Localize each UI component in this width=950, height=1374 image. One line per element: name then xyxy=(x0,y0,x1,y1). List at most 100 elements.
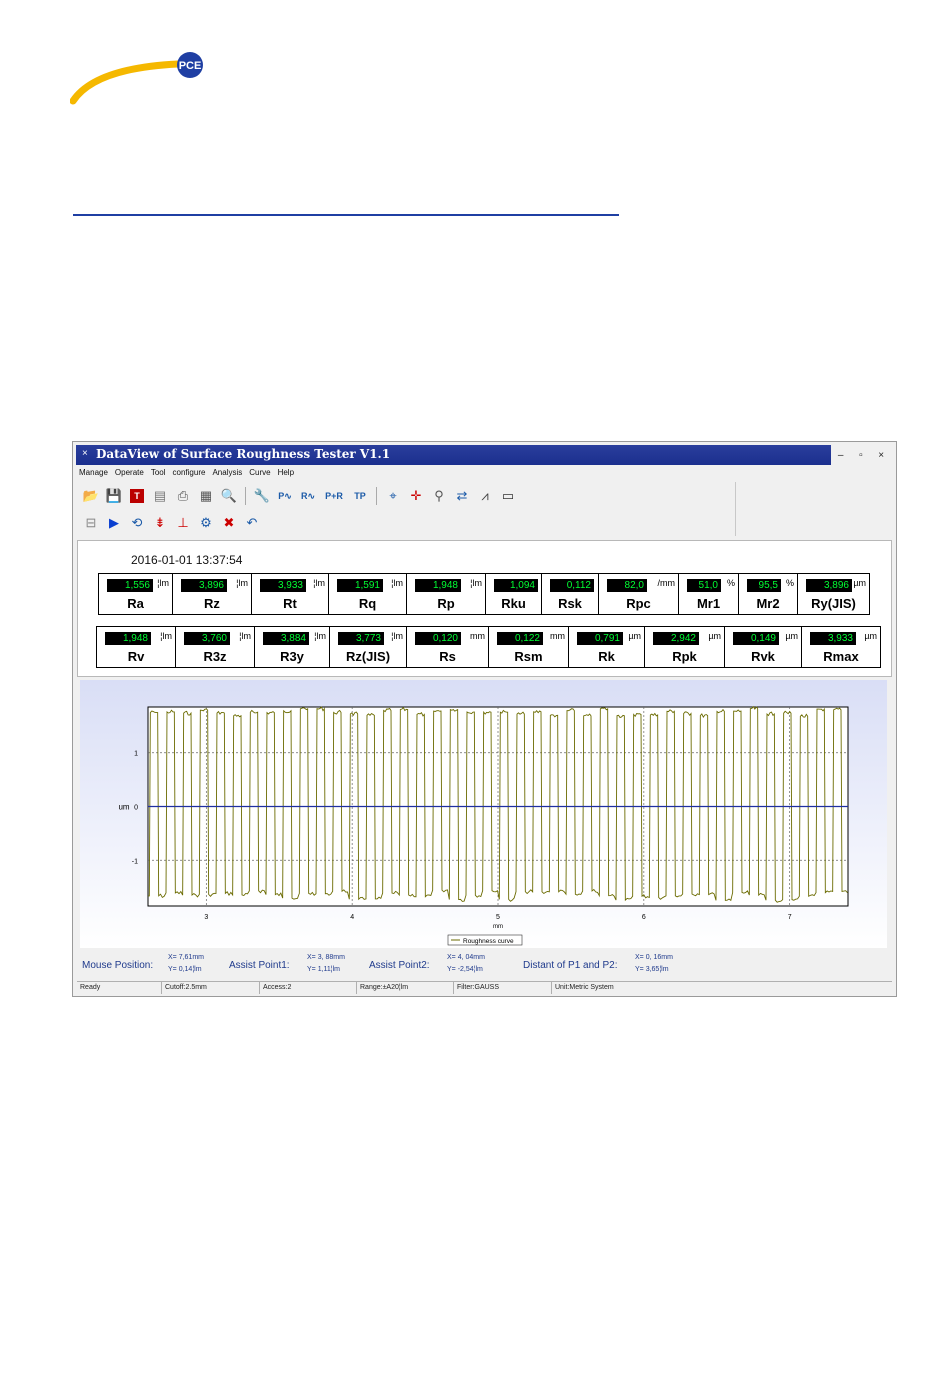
param-name: Rpk xyxy=(672,649,697,664)
play-icon[interactable]: ▶ xyxy=(104,513,124,533)
param-unit: µm xyxy=(853,578,866,588)
measurement-timestamp: 2016-01-01 13:37:54 xyxy=(131,553,243,567)
maximize-button[interactable]: ▫ xyxy=(859,450,863,461)
param-name: Rz xyxy=(204,596,220,611)
zoom-icon[interactable]: ⚲ xyxy=(429,486,449,506)
print-icon[interactable]: ⎙ xyxy=(173,486,193,506)
status-ready: Ready xyxy=(77,982,162,994)
app-window: × DataView of Surface Roughness Tester V… xyxy=(72,441,897,997)
minimize-button[interactable]: – xyxy=(838,450,844,461)
settings-icon[interactable]: 🔧 xyxy=(252,486,272,506)
param-value: 3,884 xyxy=(263,632,309,645)
param-unit: µm xyxy=(785,631,798,641)
delete-icon[interactable]: ✖ xyxy=(219,513,239,533)
status-unit: Unit:Metric System xyxy=(555,984,614,991)
mouse-position-label: Mouse Position: xyxy=(82,960,154,971)
param-rpk: 2,942 µm Rpk xyxy=(645,627,725,667)
param-value: 3,760 xyxy=(184,632,230,645)
param-name: Mr1 xyxy=(696,596,721,611)
menu-help[interactable]: Help xyxy=(278,468,294,480)
param-rv: 1,948 ¦lm Rv xyxy=(97,627,176,667)
tp-curve-icon[interactable]: TP xyxy=(350,486,370,506)
distance-label: Distant of P1 and P2: xyxy=(523,960,618,971)
toolbar-separator xyxy=(376,487,377,505)
cursor-info-bar: Mouse Position: X= 7,61mm Y= 0,14¦lm Ass… xyxy=(80,951,887,981)
sync-icon[interactable]: ⟲ xyxy=(127,513,147,533)
status-bar: Ready Cutoff:2.5mm Access:2 Range:±A20¦l… xyxy=(77,981,892,994)
param-name: Rk xyxy=(598,649,615,664)
pce-logo: PCE xyxy=(70,52,203,105)
menu-bar: Manage Operate Tool configure Analysis C… xyxy=(79,468,294,480)
menu-manage[interactable]: Manage xyxy=(79,468,108,480)
param-unit: µm xyxy=(864,631,877,641)
param-unit: µm xyxy=(708,631,721,641)
param-name: Rs xyxy=(439,649,456,664)
undo-icon[interactable]: ↶ xyxy=(242,513,262,533)
window-controls: – ▫ × xyxy=(830,445,892,465)
svg-text:PCE: PCE xyxy=(179,60,202,72)
tools-icon[interactable]: ⚙ xyxy=(196,513,216,533)
crosshair-red-icon[interactable]: ✛ xyxy=(406,486,426,506)
primary-profile-icon[interactable]: P ∿ xyxy=(275,486,295,506)
scale-icon[interactable]: ⇟ xyxy=(150,513,170,533)
param-rsm: 0,122 mm Rsm xyxy=(489,627,569,667)
close-button[interactable]: × xyxy=(878,450,884,461)
param-name: Ry(JIS) xyxy=(811,596,856,611)
refresh-icon[interactable]: ⇄ xyxy=(452,486,472,506)
param-name: Rz(JIS) xyxy=(345,649,391,664)
distance-x: X= 0, 16mm xyxy=(635,954,673,961)
toolbar-secondary: ⊟ ▶ ⟲ ⇟ ⊥ ⚙ ✖ ↶ xyxy=(81,512,262,534)
graph-icon[interactable]: ⩘ xyxy=(475,486,495,506)
param-rt: 3,933 ¦lm Rt xyxy=(252,574,329,614)
leveling-icon[interactable]: ⊥ xyxy=(173,513,193,533)
param-r3y: 3,884 ¦lm R3y xyxy=(255,627,330,667)
param-name: Rq xyxy=(358,596,377,611)
legend-label: Roughness curve xyxy=(463,938,514,945)
param-value: 2,942 xyxy=(653,632,699,645)
roughness-profile-icon[interactable]: R ∿ xyxy=(298,486,318,506)
status-access: Access:2 xyxy=(260,982,357,994)
toolbar-separator xyxy=(245,487,246,505)
system-menu-icon[interactable]: × xyxy=(82,448,88,459)
param-name: Rv xyxy=(127,649,145,664)
param-unit: ¦lm xyxy=(391,631,403,641)
print-preview-icon[interactable]: 🔍 xyxy=(219,486,239,506)
menu-tool[interactable]: Tool xyxy=(151,468,166,480)
x-tick-label: 3 xyxy=(204,914,208,921)
x-tick-label: 5 xyxy=(496,914,500,921)
menu-operate[interactable]: Operate xyxy=(115,468,144,480)
menu-analysis[interactable]: Analysis xyxy=(212,468,242,480)
device-icon[interactable]: ⊟ xyxy=(81,513,101,533)
save-icon[interactable]: 💾 xyxy=(104,486,124,506)
distance-y: Y= 3,65¦lm xyxy=(635,966,669,973)
p-plus-r-icon[interactable]: P+R xyxy=(321,486,347,506)
menu-configure[interactable]: configure xyxy=(173,468,206,480)
param-value: 95,5 xyxy=(747,579,781,592)
x-tick-label: 6 xyxy=(642,914,646,921)
param-r3z: 3,760 ¦lm R3z xyxy=(176,627,255,667)
mouse-position-y: Y= 0,14¦lm xyxy=(168,966,202,973)
param-unit: mm xyxy=(550,631,565,641)
t-icon[interactable]: T xyxy=(127,486,147,506)
param-rsk: 0,112 Rsk xyxy=(542,574,599,614)
menu-curve[interactable]: Curve xyxy=(249,468,270,480)
param-value: 0,122 xyxy=(497,632,543,645)
param-value: 3,933 xyxy=(810,632,856,645)
param-name: Rmax xyxy=(823,649,859,664)
database-icon[interactable]: ▤ xyxy=(150,486,170,506)
crosshair-icon[interactable]: ⌖ xyxy=(383,486,403,506)
open-folder-icon[interactable]: 📂 xyxy=(81,486,101,506)
param-value: 3,896 xyxy=(806,579,852,592)
roughness-chart[interactable]: 1 0 -1 3 4 5 6 7 mm um Roughness curve xyxy=(80,680,887,948)
param-unit: ¦lm xyxy=(391,578,403,588)
param-value: 0,149 xyxy=(733,632,779,645)
title-bar: × DataView of Surface Roughness Tester V… xyxy=(76,445,831,465)
report-icon[interactable]: ▦ xyxy=(196,486,216,506)
param-value: 0,112 xyxy=(550,579,594,592)
param-value: 0,120 xyxy=(415,632,461,645)
param-name: Rvk xyxy=(751,649,775,664)
param-unit: ¦lm xyxy=(239,631,251,641)
param-name: Rku xyxy=(501,596,526,611)
status-filter: Filter:GAUSS xyxy=(454,982,552,994)
monitor-icon[interactable]: ▭ xyxy=(498,486,518,506)
